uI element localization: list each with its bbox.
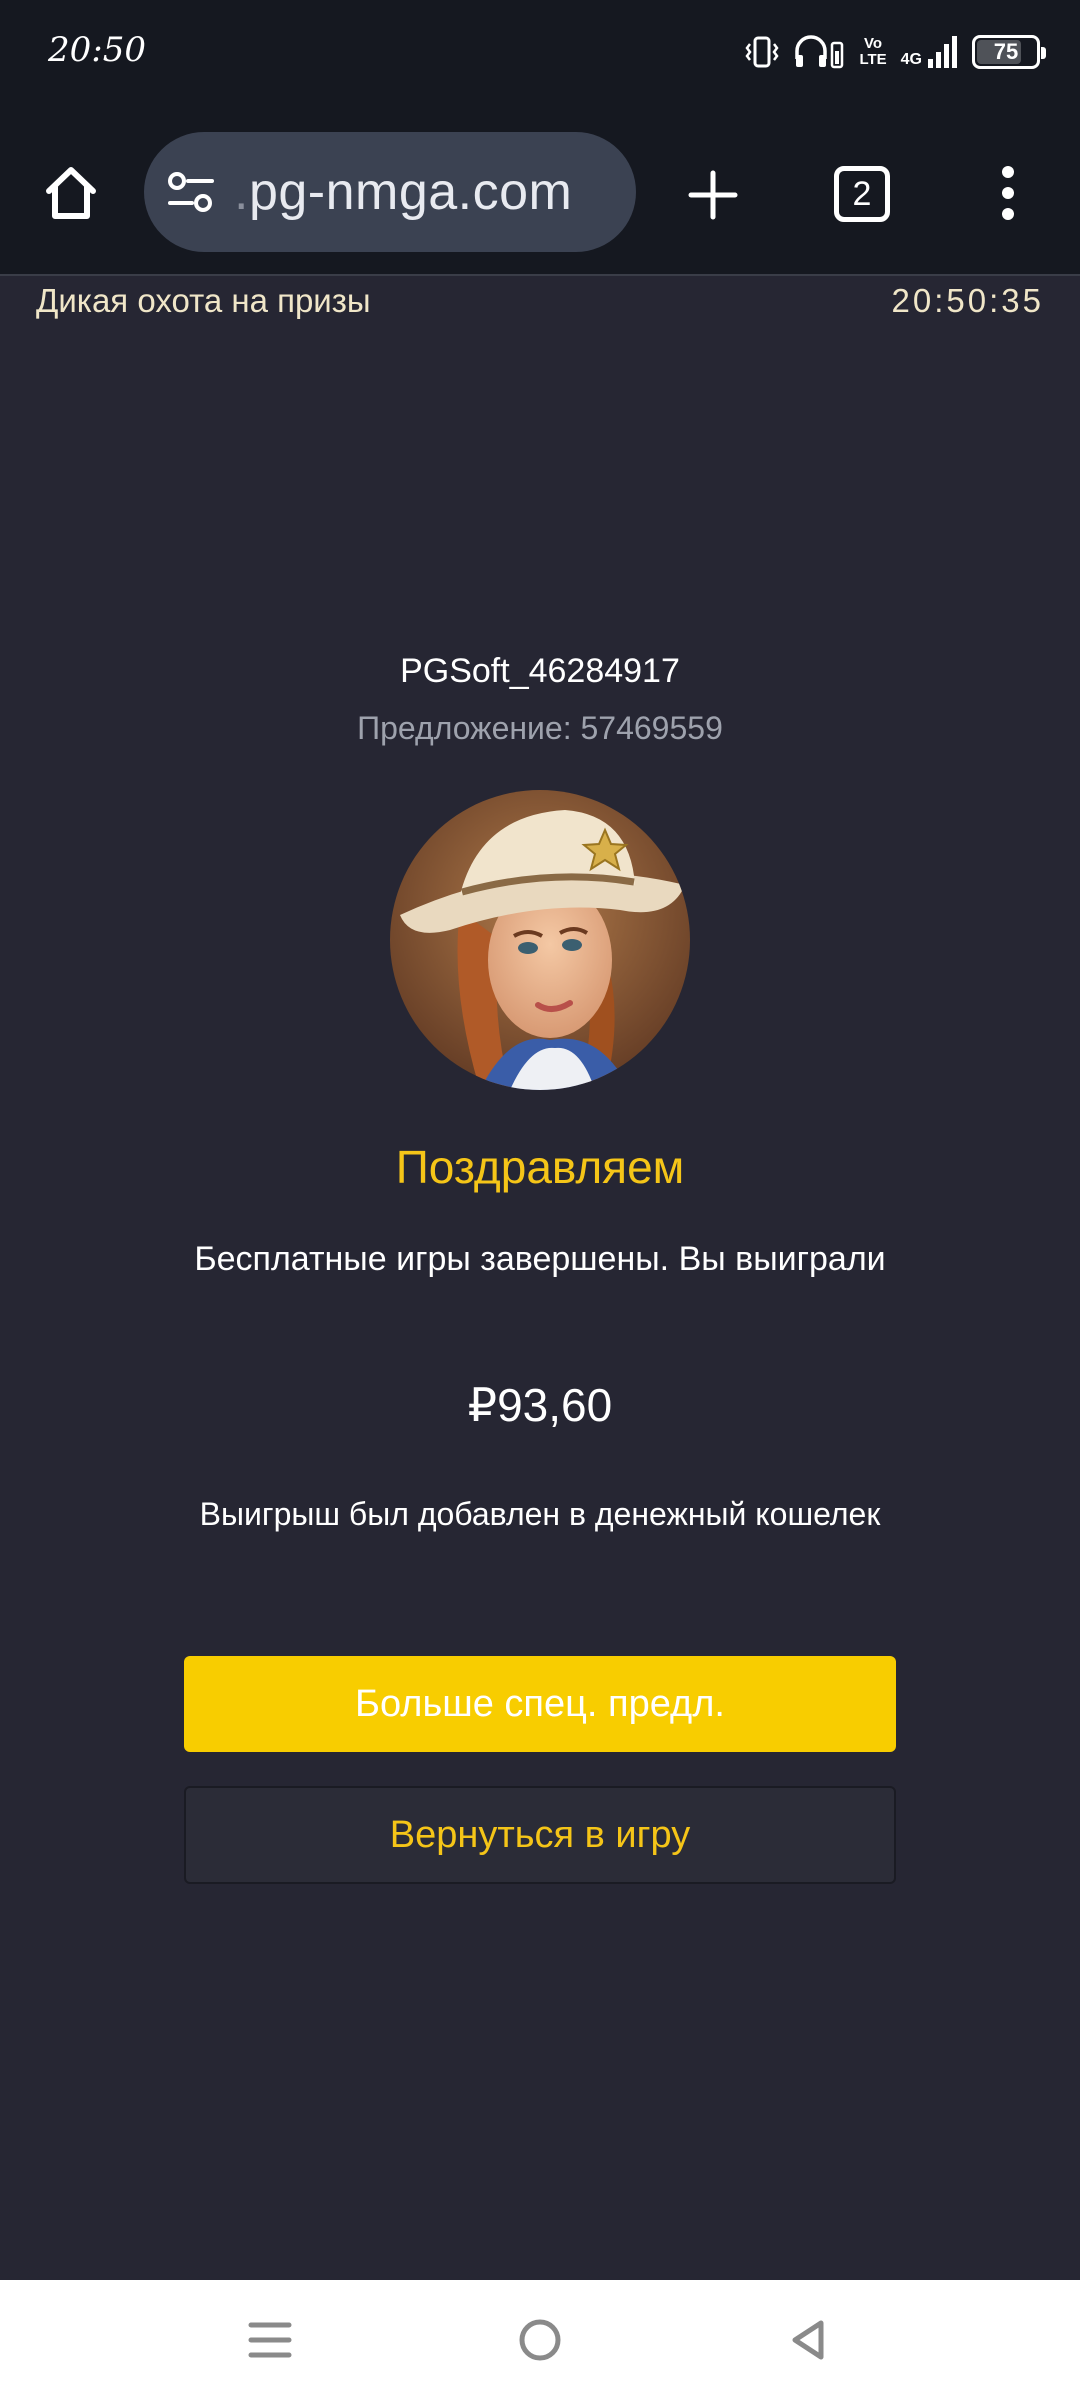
game-title: Дикая охота на призы [36, 282, 371, 319]
vibrate-icon [745, 36, 779, 68]
address-bar[interactable]: .pg-nmga.com [144, 132, 636, 252]
signal-label: 4G [900, 51, 922, 68]
volte-top-label: Vo [864, 35, 883, 52]
url-text[interactable]: .pg-nmga.com [234, 162, 572, 222]
plus-icon [688, 170, 738, 220]
status-icons: Vo LTE 4G 75 [745, 30, 1046, 74]
game-clock: 20:50:35 [891, 282, 1044, 319]
signal-icon [928, 36, 957, 68]
browser-toolbar: .pg-nmga.com 2 [0, 110, 1080, 276]
result-message: Бесплатные игры завершены. Вы выиграли [194, 1240, 886, 1278]
offer-number: Предложение: 57469559 [357, 710, 723, 746]
player-id: PGSoft_46284917 [400, 652, 680, 690]
url-domain: pg-nmga.com [248, 163, 573, 221]
volte-bottom-label: LTE [859, 51, 887, 68]
url-prefix: . [234, 163, 249, 221]
cowgirl-avatar [390, 790, 690, 1090]
status-bar: 20:50 Vo LTE 4G 75 [0, 0, 1080, 110]
system-nav-bar [0, 2280, 1080, 2400]
signal-indicator: 4G [901, 35, 958, 69]
home-nav-button[interactable] [508, 2308, 572, 2372]
tab-switcher-button[interactable]: 2 [834, 166, 890, 222]
more-offers-button[interactable]: Больше спец. предл. [184, 1656, 896, 1752]
tab-count: 2 [852, 174, 872, 213]
site-settings-icon[interactable] [166, 170, 216, 214]
menu-dot-icon [1002, 187, 1014, 199]
win-amount: ₽93,60 [467, 1379, 613, 1431]
back-nav-button[interactable] [776, 2308, 840, 2372]
circle-home-icon [519, 2319, 561, 2361]
home-icon [46, 167, 96, 219]
back-triangle-icon [792, 2320, 824, 2360]
menu-lines-icon [248, 2322, 292, 2358]
menu-dot-icon [1002, 208, 1014, 220]
new-tab-button[interactable] [680, 162, 746, 228]
volte-indicator: Vo LTE [859, 36, 886, 68]
battery-level: 75 [993, 39, 1019, 64]
battery-icon: 75 [972, 35, 1046, 69]
wallet-note: Выигрыш был добавлен в денежный кошелек [199, 1496, 881, 1532]
status-time: 20:50 [48, 30, 146, 70]
headphones-icon [795, 35, 844, 69]
menu-dot-icon [1002, 166, 1014, 178]
more-menu-button[interactable] [980, 160, 1036, 226]
home-button[interactable] [38, 160, 104, 226]
recent-apps-button[interactable] [238, 2308, 302, 2372]
back-to-game-button[interactable]: Вернуться в игру [184, 1786, 896, 1884]
congrats-heading: Поздравляем [395, 1141, 685, 1193]
